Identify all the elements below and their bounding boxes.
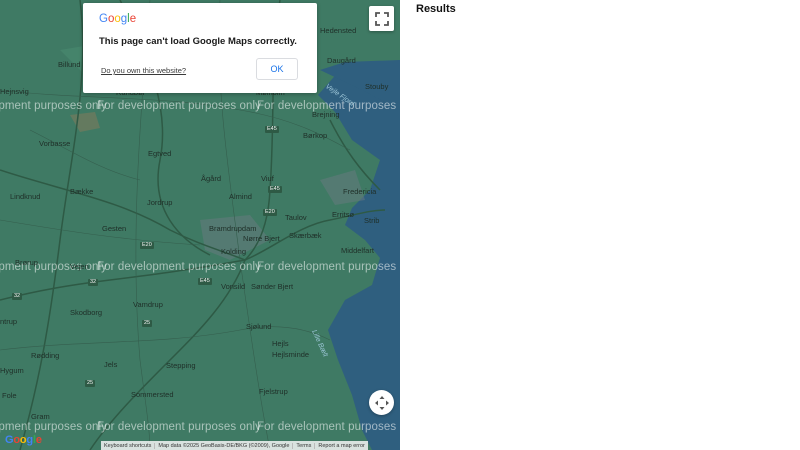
map-data-attribution: Map data ©2025 GeoBasis-DE/BKG (©2009), … [154, 442, 292, 449]
place-label: Strib [364, 216, 380, 225]
place-label: Børkop [303, 131, 328, 140]
road-shield: E20 [140, 242, 154, 249]
place-label: Skærbæk [289, 231, 322, 240]
dev-watermark: For development purposes only [97, 421, 261, 433]
camera-control-button[interactable] [369, 390, 394, 415]
place-label: Jels [104, 360, 118, 369]
fullscreen-icon [374, 11, 389, 26]
road-shield: 32 [88, 279, 99, 286]
map-footer: Keyboard shortcuts Map data ©2025 GeoBas… [101, 441, 368, 450]
place-label: Fredericia [343, 187, 377, 196]
dev-watermark: For development purposes only [0, 421, 107, 433]
place-label: Brejning [312, 110, 340, 119]
maps-error-dialog: Google This page can't load Google Maps … [83, 3, 317, 93]
error-message: This page can't load Google Maps correct… [99, 36, 297, 47]
place-label: Sønder Bjert [251, 282, 294, 291]
place-label: Erritsø [332, 210, 355, 219]
dev-watermark: For development purposes only [0, 100, 107, 112]
place-label: Bække [70, 187, 94, 196]
road-shield: E20 [263, 209, 277, 216]
road-shield: 25 [85, 380, 96, 387]
place-label: Taulov [285, 213, 307, 222]
road-shield: E45 [265, 126, 279, 133]
place-label: Hejnsvig [0, 87, 29, 96]
map-view[interactable]: For development purposes only For develo… [0, 0, 400, 450]
place-label: Almind [229, 192, 252, 201]
place-label: Viuf [261, 174, 274, 183]
dev-watermark: For development purposes only [257, 261, 400, 273]
place-label: Hejls [272, 339, 289, 348]
own-website-link[interactable]: Do you own this website? [101, 66, 186, 75]
dev-watermark: For development purposes only [257, 421, 400, 433]
place-label: Ågård [201, 174, 222, 183]
dev-watermark: For development purposes only [97, 100, 261, 112]
place-label: Gram [31, 412, 50, 421]
google-logo: Google [5, 434, 42, 446]
terms-link[interactable]: Terms [292, 442, 314, 449]
place-label: Fjelstrup [259, 387, 288, 396]
place-label: Vejen [70, 262, 89, 271]
road-shield: E45 [198, 278, 212, 285]
place-label: Stouby [365, 82, 389, 91]
place-label: Skodborg [70, 308, 103, 317]
place-label: Vonsild [221, 282, 246, 291]
place-label: Daugård [327, 56, 356, 65]
place-label: Hedensted [320, 26, 357, 35]
fullscreen-button[interactable] [369, 6, 394, 31]
road-shield: 32 [12, 293, 23, 300]
place-label: Vamdrup [133, 300, 163, 309]
place-label: Egtved [148, 149, 172, 158]
place-label: Nørre Bjert [243, 234, 280, 243]
place-label: Brørup [15, 258, 38, 267]
place-label: Kolding [221, 247, 247, 256]
place-label: Sjølund [246, 322, 272, 331]
report-error-link[interactable]: Report a map error [314, 442, 367, 449]
camera-control-icon [374, 395, 389, 410]
place-label: Fole [2, 391, 17, 400]
place-label: Stepping [166, 361, 196, 370]
place-label: Hygum [0, 366, 24, 375]
place-label: Hejlsminde [272, 350, 310, 359]
place-label: Vorbasse [39, 139, 71, 148]
place-label: Bramdrupdam [209, 224, 257, 233]
road-shield: 25 [142, 320, 153, 327]
place-label: Middelfart [341, 246, 374, 255]
place-label: Jordrup [147, 198, 173, 207]
place-label: Billund [58, 60, 81, 69]
ok-button[interactable]: OK [256, 58, 298, 80]
google-logo-dialog: Google [99, 13, 137, 25]
dev-watermark: For development purposes only [97, 261, 261, 273]
keyboard-shortcuts-link[interactable]: Keyboard shortcuts [101, 443, 154, 449]
place-label: Rødding [31, 351, 60, 360]
place-label: ntrup [0, 317, 18, 326]
place-label: Gesten [102, 224, 127, 233]
place-label: Sommersted [131, 390, 174, 399]
place-label: Lindknud [10, 192, 41, 201]
results-heading: Results [416, 3, 456, 15]
road-shield: E45 [268, 186, 282, 193]
